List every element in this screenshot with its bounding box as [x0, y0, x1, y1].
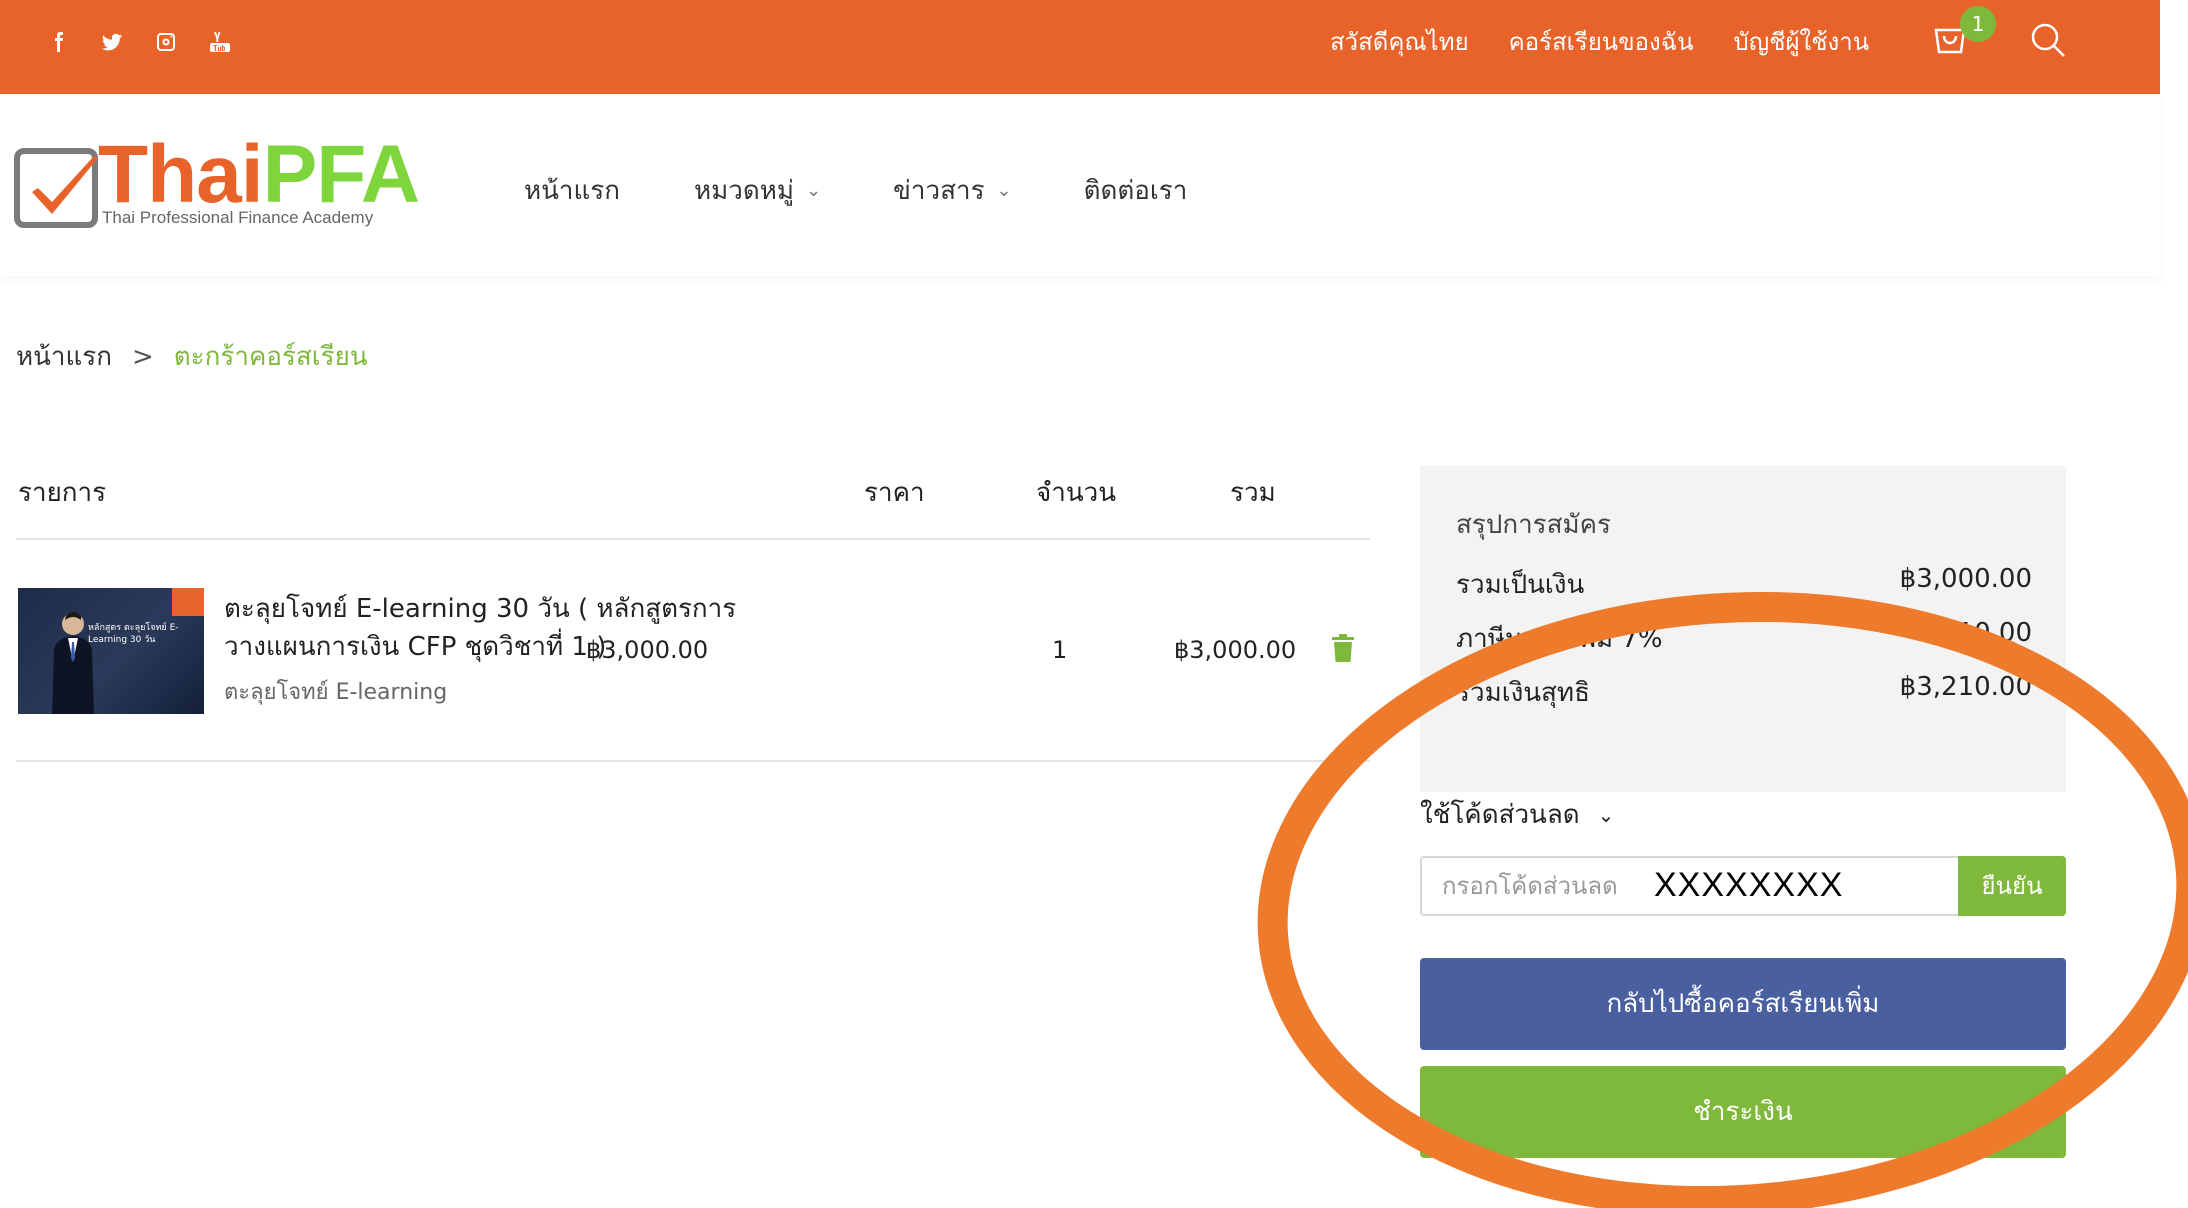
facebook-icon[interactable] [44, 28, 72, 56]
order-summary: สรุปการสมัคร รวมเป็นเงิน ฿3,000.00 ภาษีม… [1420, 466, 2066, 792]
coupon-toggle-label: ใช้โค้ดส่วนลด [1420, 800, 1580, 830]
nav-contact[interactable]: ติดต่อเรา [1084, 170, 1188, 211]
logo-checkbox-icon [14, 148, 98, 228]
breadcrumb-current: ตะกร้าคอร์สเรียน [173, 342, 368, 372]
logo-wordmark: ThaiPFA [98, 134, 420, 216]
nav-contact-label: ติดต่อเรา [1083, 176, 1188, 206]
breadcrumb-home[interactable]: หน้าแรก [16, 336, 112, 377]
cart-table-header: รายการ ราคา จำนวน รวม [16, 466, 1370, 540]
chevron-down-icon: ⌄ [806, 180, 822, 201]
column-item: รายการ [18, 478, 107, 508]
table-row: หลักสูตร ตะลุยโจทย์ E-Learning 30 วัน ตะ… [16, 542, 1370, 762]
chevron-down-icon: ⌄ [996, 180, 1012, 201]
account-link[interactable]: บัญชีผู้ใช้งาน [1734, 22, 1870, 61]
nav-news-label: ข่าวสาร [893, 176, 985, 206]
nav-home-label: หน้าแรก [524, 176, 620, 206]
top-links: สวัสดีคุณไทย คอร์สเรียนของฉัน บัญชีผู้ใช… [1330, 22, 1909, 61]
subtotal-label: รวมเป็นเงิน [1456, 570, 1585, 600]
nav-home[interactable]: หน้าแรก [524, 170, 620, 211]
course-category: ตะลุยโจทย์ E-learning [224, 680, 448, 705]
main-nav: หน้าแรก หมวดหมู่ ⌄ ข่าวสาร ⌄ ติดต่อเรา [524, 170, 1187, 211]
logo-pfa: PFA [262, 129, 420, 220]
chevron-down-icon: ⌄ [1597, 802, 1615, 827]
column-quantity: จำนวน [1036, 478, 1116, 508]
search-icon[interactable] [2028, 20, 2068, 60]
nav-categories[interactable]: หมวดหมู่ ⌄ [694, 170, 821, 211]
coupon-confirm-button[interactable]: ยืนยัน [1958, 856, 2066, 916]
net-value: ฿3,210.00 [1899, 672, 2032, 702]
cart-count-badge: 1 [1960, 6, 1996, 42]
coupon-toggle[interactable]: ใช้โค้ดส่วนลด ⌄ [1420, 794, 1614, 835]
nav-categories-label: หมวดหมู่ [693, 176, 795, 206]
item-total: ฿3,000.00 [1174, 636, 1297, 664]
summary-title: สรุปการสมัคร [1456, 510, 1612, 540]
chevron-right-icon: > [131, 341, 154, 372]
column-total: รวม [1230, 478, 1276, 508]
vat-label: ภาษีมูลค่าเพิ่ม 7% [1456, 624, 1663, 654]
my-courses-link[interactable]: คอร์สเรียนของฉัน [1509, 22, 1694, 61]
site-header: ThaiPFA Thai Professional Finance Academ… [0, 94, 2160, 276]
youtube-icon[interactable] [206, 28, 234, 56]
instagram-icon[interactable] [152, 28, 180, 56]
logo-tagline: Thai Professional Finance Academy [102, 208, 374, 227]
breadcrumb: หน้าแรก > ตะกร้าคอร์สเรียน [16, 336, 368, 377]
top-bar: สวัสดีคุณไทย คอร์สเรียนของฉัน บัญชีผู้ใช… [0, 0, 2160, 94]
subtotal-value: ฿3,000.00 [1899, 564, 2032, 594]
net-label: รวมเงินสุทธิ [1456, 678, 1590, 708]
thumbnail-badge [172, 588, 204, 616]
greeting-link[interactable]: สวัสดีคุณไทย [1330, 22, 1469, 61]
social-links [44, 28, 234, 56]
coupon-code-value: XXXXXXXX [1654, 866, 1844, 904]
site-logo[interactable]: ThaiPFA Thai Professional Finance Academ… [14, 134, 420, 242]
checkout-button[interactable]: ชำระเงิน [1420, 1066, 2066, 1158]
course-thumbnail[interactable]: หลักสูตร ตะลุยโจทย์ E-Learning 30 วัน [18, 588, 204, 714]
continue-shopping-button[interactable]: กลับไปซื้อคอร์สเรียนเพิ่ม [1420, 958, 2066, 1050]
twitter-icon[interactable] [98, 28, 126, 56]
nav-news[interactable]: ข่าวสาร ⌄ [893, 170, 1012, 211]
logo-thai: Thai [98, 129, 264, 220]
column-price: ราคา [864, 478, 925, 508]
thumbnail-title: หลักสูตร ตะลุยโจทย์ E-Learning 30 วัน [88, 623, 179, 645]
item-price: ฿3,000.00 [586, 636, 709, 664]
coupon-form: XXXXXXXX ยืนยัน [1420, 856, 2066, 916]
trash-icon[interactable] [1332, 634, 1354, 662]
vat-value: ฿210.00 [1924, 618, 2032, 648]
item-quantity: 1 [1052, 636, 1068, 664]
